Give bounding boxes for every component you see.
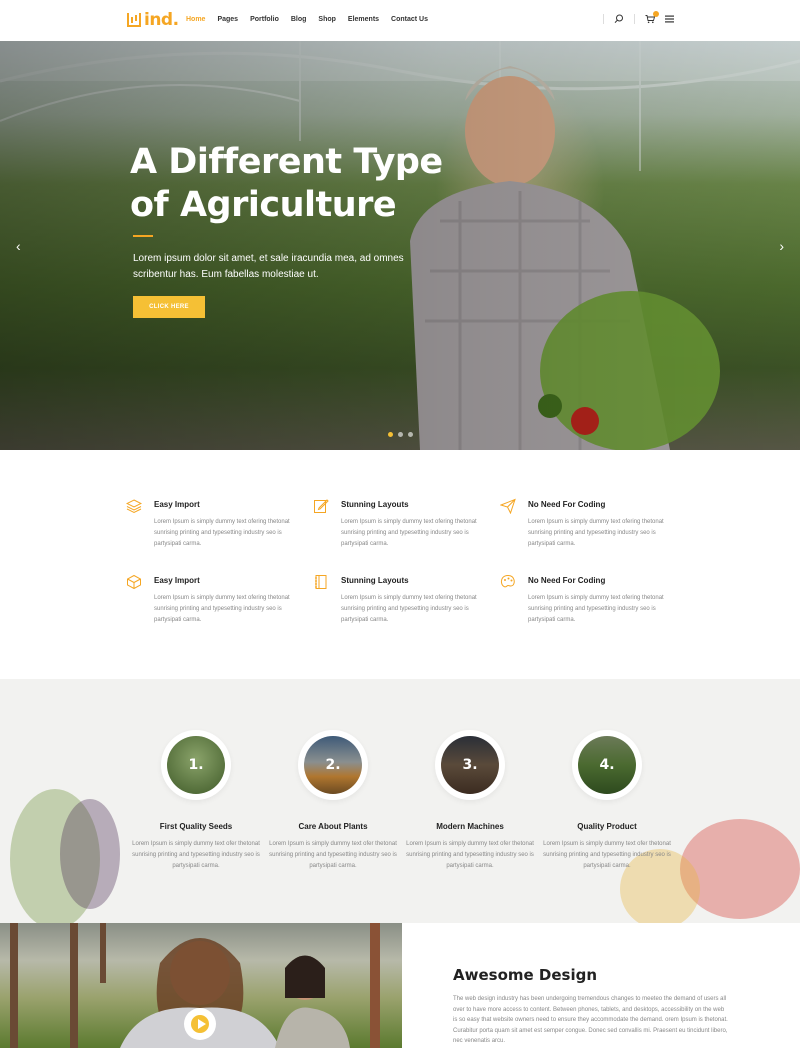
feature-title: No Need For Coding [528, 576, 606, 585]
logo-chart-icon [127, 13, 141, 27]
step-item: 4. Quality Product Lorem Ipsum is simply… [537, 730, 677, 872]
step-circle[interactable]: 1. [161, 730, 231, 800]
step-title: Quality Product [577, 822, 637, 831]
logo[interactable]: ind. [127, 10, 179, 30]
edit-icon [314, 499, 329, 513]
palette-icon [500, 574, 515, 588]
process-steps-section: 1. First Quality Seeds Lorem Ipsum is si… [0, 679, 800, 923]
step-text: Lorem Ipsum is simply dummy text ofer th… [132, 841, 260, 869]
feature-text: Lorem Ipsum is simply dummy text ofering… [528, 595, 664, 623]
step-circle[interactable]: 3. [435, 730, 505, 800]
cart-badge [653, 11, 659, 17]
step-text: Lorem Ipsum is simply dummy text ofer th… [543, 841, 671, 869]
feature-text: Lorem Ipsum is simply dummy text ofering… [154, 595, 290, 623]
step-circle[interactable]: 2. [298, 730, 368, 800]
step-number: 3. [462, 757, 478, 773]
header-divider [603, 14, 604, 24]
women-farming-image [0, 923, 402, 1048]
hero-title-line-2: of Agriculture [130, 185, 397, 225]
feature-text: Lorem Ipsum is simply dummy text ofering… [341, 595, 477, 623]
logo-text: ind. [144, 10, 179, 30]
step-title: First Quality Seeds [159, 822, 233, 831]
step-text: Lorem Ipsum is simply dummy text ofer th… [269, 841, 397, 869]
nav-pages[interactable]: Pages [217, 16, 238, 23]
nav-portfolio[interactable]: Portfolio [250, 16, 279, 23]
hero-title: A Different Type of Agriculture [130, 141, 450, 227]
slider-dots [388, 432, 413, 437]
hero-click-here-button[interactable]: CLICK HERE [133, 296, 205, 318]
menu-icon[interactable] [665, 15, 674, 23]
hero-title-line-1: A Different Type [130, 142, 443, 182]
step-circle[interactable]: 4. [572, 730, 642, 800]
step-title: Care About Plants [298, 822, 368, 831]
slider-next-arrow-icon[interactable]: › [779, 238, 784, 254]
cart-button[interactable] [645, 11, 659, 24]
about-text: The web design industry has been undergo… [453, 996, 728, 1044]
step-number: 2. [325, 757, 341, 773]
slider-dot[interactable] [388, 432, 393, 437]
box-icon [127, 574, 141, 590]
nav-home[interactable]: Home [186, 16, 205, 23]
feature-title: Easy Import [154, 500, 200, 509]
nav-contact-us[interactable]: Contact Us [391, 16, 428, 23]
step-title: Modern Machines [436, 822, 504, 831]
nav-blog[interactable]: Blog [291, 16, 307, 23]
slider-dot[interactable] [408, 432, 413, 437]
main-nav: Home Pages Portfolio Blog Shop Elements … [186, 16, 440, 23]
slider-dot[interactable] [398, 432, 403, 437]
step-number: 4. [599, 757, 615, 773]
header-icons [603, 11, 674, 24]
feature-title: Stunning Layouts [341, 500, 409, 509]
vegetable-background-image [60, 799, 120, 909]
step-text: Lorem Ipsum is simply dummy text ofer th… [406, 841, 534, 869]
feature-title: Stunning Layouts [341, 576, 409, 585]
about-content: Awesome Design The web design industry h… [453, 966, 728, 1047]
step-item: 1. First Quality Seeds Lorem Ipsum is si… [126, 730, 266, 872]
about-title: Awesome Design [453, 966, 598, 984]
step-item: 2. Care About Plants Lorem Ipsum is simp… [263, 730, 403, 872]
hero-overlay [0, 41, 800, 450]
step-item: 3. Modern Machines Lorem Ipsum is simply… [400, 730, 540, 872]
vegetable-background-image [680, 819, 800, 919]
feature-text: Lorem Ipsum is simply dummy text ofering… [528, 519, 664, 547]
site-header: ind. Home Pages Portfolio Blog Shop Elem… [0, 0, 800, 41]
hero-accent-line [133, 235, 153, 237]
step-number: 1. [188, 757, 204, 773]
feature-title: Easy Import [154, 576, 200, 585]
play-video-button[interactable] [184, 1008, 216, 1040]
nav-shop[interactable]: Shop [318, 16, 336, 23]
feature-text: Lorem Ipsum is simply dummy text ofering… [341, 519, 477, 547]
hero-slider: A Different Type of Agriculture Lorem ip… [0, 41, 800, 450]
feature-title: No Need For Coding [528, 500, 606, 509]
play-icon [198, 1019, 206, 1029]
paper-plane-icon [500, 498, 516, 514]
header-divider [634, 14, 635, 24]
notebook-icon [315, 575, 327, 589]
layers-icon [126, 499, 142, 514]
hero-text: Lorem ipsum dolor sit amet, et sale irac… [133, 253, 404, 280]
search-icon[interactable] [614, 14, 624, 24]
nav-elements[interactable]: Elements [348, 16, 379, 23]
slider-prev-arrow-icon[interactable]: ‹ [16, 238, 21, 254]
feature-text: Lorem Ipsum is simply dummy text ofering… [154, 519, 290, 547]
